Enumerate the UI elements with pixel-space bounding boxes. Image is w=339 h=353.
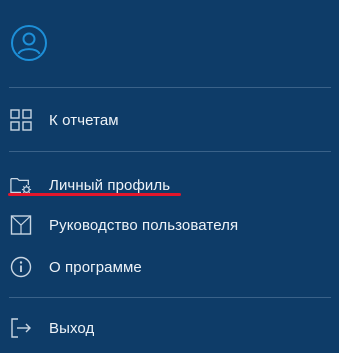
divider: [9, 151, 331, 152]
menu-item-label: Личный профиль: [49, 176, 171, 194]
divider: [9, 297, 331, 298]
manual-icon: [10, 214, 32, 236]
divider: [9, 87, 331, 88]
menu-item-label: О программе: [49, 258, 142, 276]
menu-item-label: Руководство пользователя: [49, 216, 239, 234]
user-avatar-icon[interactable]: [10, 24, 48, 62]
side-menu-panel: К отчетам Личный профиль Руководство пол…: [0, 0, 339, 353]
menu-item-logout[interactable]: Выход: [0, 313, 339, 343]
info-icon: [10, 256, 32, 278]
menu-item-reports[interactable]: К отчетам: [0, 105, 339, 135]
menu-item-manual[interactable]: Руководство пользователя: [0, 210, 339, 240]
menu-item-label: Выход: [49, 319, 95, 337]
menu-item-about[interactable]: О программе: [0, 252, 339, 282]
active-item-underline: [8, 193, 181, 196]
grid-icon: [10, 109, 32, 131]
menu-item-label: К отчетам: [49, 111, 119, 129]
logout-icon: [10, 317, 32, 339]
